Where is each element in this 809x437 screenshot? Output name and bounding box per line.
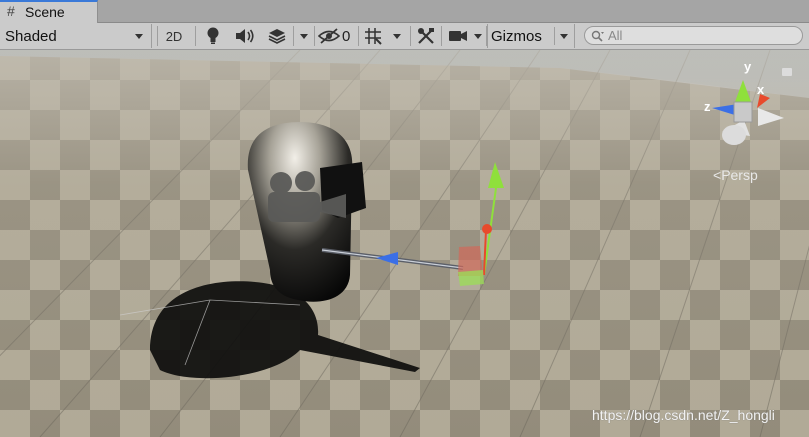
gizmo-y-label: y bbox=[744, 59, 752, 74]
effects-dropdown-button[interactable] bbox=[296, 24, 312, 48]
search-input[interactable]: All bbox=[584, 26, 803, 45]
chevron-down-icon bbox=[474, 34, 482, 39]
camera-icon bbox=[449, 31, 467, 41]
lightbulb-icon bbox=[207, 27, 219, 44]
search-placeholder: All bbox=[608, 28, 623, 43]
watermark-text: https://blog.csdn.net/Z_hongli bbox=[592, 407, 775, 423]
grid-dropdown-button[interactable] bbox=[389, 24, 405, 48]
hidden-objects-count: 0 bbox=[342, 27, 351, 45]
tab-scene[interactable]: # Scene bbox=[0, 0, 98, 23]
camera-settings-button[interactable] bbox=[446, 24, 470, 48]
chevron-down-icon bbox=[300, 34, 308, 39]
gizmo-z-label: z bbox=[704, 99, 711, 114]
scene-visibility-button[interactable]: 0 bbox=[318, 24, 356, 48]
gizmo-x-label: x bbox=[757, 82, 765, 97]
toggle-2d-label: 2D bbox=[165, 28, 183, 44]
component-tools-button[interactable] bbox=[414, 24, 438, 48]
tools-icon bbox=[418, 28, 434, 44]
audio-icon bbox=[236, 29, 254, 43]
scene-toolbar: Shaded 2D 0 Gizmos All bbox=[0, 23, 809, 50]
shading-mode-label: Shaded bbox=[5, 28, 57, 45]
chevron-down-icon bbox=[135, 34, 143, 39]
scene-render: y x z bbox=[0, 50, 809, 437]
gizmos-dropdown[interactable]: Gizmos bbox=[487, 24, 575, 48]
lock-icon[interactable] bbox=[782, 68, 792, 76]
tab-strip: # Scene bbox=[0, 0, 809, 23]
chevron-down-icon bbox=[393, 34, 401, 39]
grid-hash-icon: # bbox=[7, 3, 15, 19]
effects-icon bbox=[268, 29, 286, 44]
grid-snap-icon bbox=[365, 28, 382, 45]
scene-effects-button[interactable] bbox=[264, 24, 290, 48]
shading-mode-dropdown[interactable]: Shaded bbox=[0, 24, 152, 48]
scene-lighting-button[interactable] bbox=[200, 24, 226, 48]
grid-snap-button[interactable] bbox=[361, 24, 385, 48]
projection-toggle[interactable]: <Persp bbox=[713, 167, 758, 183]
gizmos-label: Gizmos bbox=[491, 28, 542, 45]
scene-window: # Scene Shaded 2D 0 Gizmos All y x z <Pe… bbox=[0, 0, 809, 437]
toggle-2d-button[interactable]: 2D bbox=[160, 24, 188, 48]
chevron-left-icon: < bbox=[713, 167, 722, 183]
projection-label: Persp bbox=[721, 167, 758, 183]
search-icon bbox=[591, 30, 604, 42]
tab-scene-label: Scene bbox=[25, 4, 65, 20]
visibility-icon bbox=[318, 28, 340, 44]
scene-viewport[interactable]: y x z <Persp bbox=[0, 50, 809, 437]
camera-dropdown-button[interactable] bbox=[471, 24, 485, 48]
scene-audio-button[interactable] bbox=[232, 24, 258, 48]
chevron-down-icon bbox=[560, 34, 568, 39]
